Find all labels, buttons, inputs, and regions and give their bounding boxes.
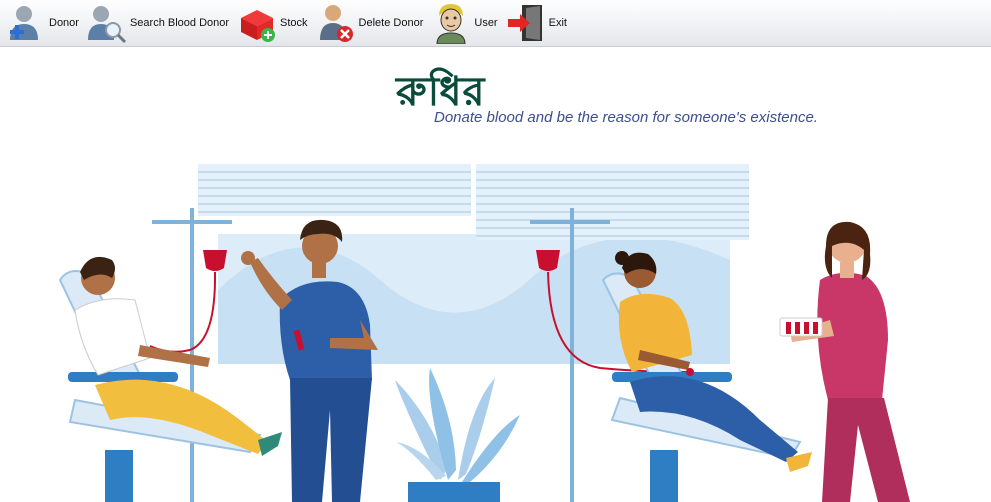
toolbar-user-button[interactable]: User <box>431 0 505 46</box>
stock-box-icon <box>241 10 276 42</box>
potted-plant <box>395 368 520 502</box>
toolbar-search-donor-label: Search Blood Donor <box>129 17 230 29</box>
toolbar-stock-button[interactable]: Stock <box>237 0 316 46</box>
blood-donation-illustration <box>58 164 910 502</box>
toolbar-exit-label: Exit <box>548 17 567 29</box>
toolbar-delete-donor-button[interactable]: Delete Donor <box>316 0 432 46</box>
exit-door-icon <box>507 5 542 41</box>
toolbar-donor-button[interactable]: Donor <box>6 0 87 46</box>
search-donor-icon <box>87 6 127 44</box>
app-tagline: Donate blood and be the reason for someo… <box>434 109 818 126</box>
toolbar-donor-label: Donor <box>49 17 79 29</box>
toolbar-search-donor-button[interactable]: Search Blood Donor <box>87 0 237 46</box>
delete-donor-icon <box>319 5 353 42</box>
toolbar-stock-label: Stock <box>280 17 308 29</box>
user-icon <box>436 4 466 44</box>
donor-add-icon <box>10 6 38 40</box>
toolbar-delete-donor-label: Delete Donor <box>358 17 424 29</box>
toolbar-user-label: User <box>474 17 498 29</box>
toolbar-exit-button[interactable]: Exit <box>506 0 575 46</box>
main-toolbar: Donor Search Blood Donor Stock Delete Do… <box>0 0 991 47</box>
